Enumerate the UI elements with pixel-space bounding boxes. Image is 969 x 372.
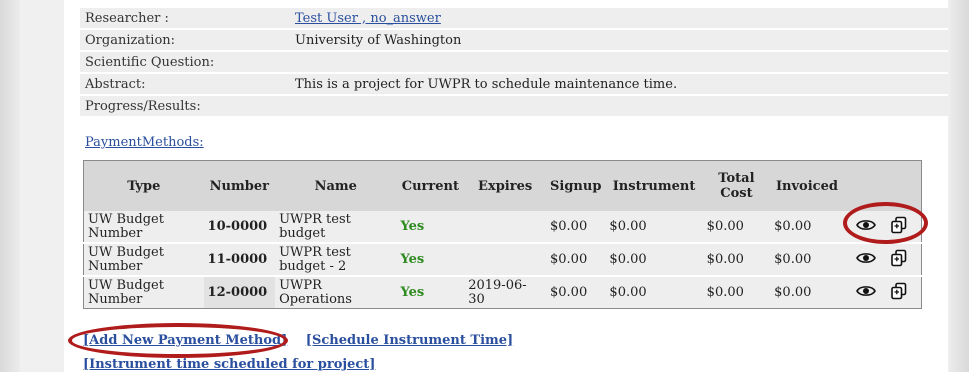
researcher-link[interactable]: Test User , no_answer — [295, 11, 441, 26]
detail-row-progress: Progress/Results: — [80, 96, 950, 116]
cell-invoiced: $0.00 — [774, 218, 812, 234]
abstract-value: This is a project for UWPR to schedule m… — [290, 74, 950, 94]
cell-type: UW Budget Number — [88, 211, 164, 241]
col-total-cost: Total Cost — [702, 160, 771, 211]
eye-icon[interactable] — [856, 251, 877, 269]
detail-row-abstract: Abstract: This is a project for UWPR to … — [80, 74, 950, 94]
highlight-ring-actions — [843, 202, 928, 244]
project-details-table: Researcher : Test User , no_answer Organ… — [80, 6, 950, 118]
cell-total-cost: $0.00 — [702, 242, 771, 276]
table-header-row: Type Number Name Current Expires Signup … — [83, 160, 922, 211]
cell-expires: 2019-06-30 — [464, 275, 546, 309]
cell-expires — [464, 242, 546, 276]
cell-instrument: $0.00 — [605, 275, 703, 309]
cell-total-cost: $0.00 — [706, 218, 744, 234]
cell-current: Yes — [396, 275, 465, 309]
cell-instrument: $0.00 — [609, 218, 647, 234]
cell-signup: $0.00 — [546, 242, 606, 276]
col-current: Current — [396, 160, 465, 211]
progress-value — [290, 96, 950, 116]
row-actions — [843, 242, 922, 276]
payment-methods-table: Type Number Name Current Expires Signup … — [83, 160, 922, 309]
col-expires: Expires — [464, 160, 546, 211]
eye-icon[interactable] — [856, 284, 877, 302]
payment-methods-label[interactable]: PaymentMethods: — [85, 135, 204, 150]
researcher-label: Researcher : — [80, 8, 290, 28]
page-left-border — [0, 0, 20, 372]
cell-total-cost: $0.00 — [702, 275, 771, 309]
cell-invoiced: $0.00 — [770, 242, 844, 276]
scientific-question-value — [290, 52, 950, 72]
table-row: UW Budget Number 12-0000 UWPR Operations… — [83, 275, 922, 309]
cell-signup: $0.00 — [550, 218, 588, 234]
cell-type: UW Budget Number — [83, 242, 204, 276]
copy-icon[interactable] — [890, 282, 908, 304]
scientific-question-label: Scientific Question: — [80, 52, 290, 72]
col-signup: Signup — [546, 160, 606, 211]
cell-number: 11-0000 — [203, 242, 276, 276]
table-row: UW Budget Number 11-0000 UWPR test budge… — [83, 242, 922, 276]
col-type: Type — [83, 160, 204, 211]
col-number: Number — [203, 160, 276, 211]
progress-label: Progress/Results: — [80, 96, 290, 116]
table-row: UW Budget Number 10-0000 UWPR test budge… — [83, 211, 922, 243]
detail-row-researcher: Researcher : Test User , no_answer — [80, 8, 950, 28]
cell-instrument: $0.00 — [605, 242, 703, 276]
page-right-border — [949, 0, 969, 372]
cell-expires — [464, 211, 546, 243]
abstract-label: Abstract: — [80, 74, 290, 94]
col-invoiced: Invoiced — [770, 160, 844, 211]
detail-row-scientific-question: Scientific Question: — [80, 52, 950, 72]
copy-icon[interactable] — [890, 249, 908, 271]
cell-number: 12-0000 — [203, 275, 276, 309]
cell-type: UW Budget Number — [83, 275, 204, 309]
cell-invoiced: $0.00 — [770, 275, 844, 309]
cell-current: Yes — [396, 242, 465, 276]
organization-value: University of Washington — [290, 30, 950, 50]
instrument-time-row: [Instrument time scheduled for project] — [83, 357, 375, 372]
cell-name: UWPR test budget — [279, 211, 351, 241]
organization-label: Organization: — [80, 30, 290, 50]
col-instrument: Instrument — [605, 160, 703, 211]
cell-number: 10-0000 — [207, 218, 268, 234]
highlight-ring-add-payment — [68, 323, 288, 358]
cell-name: UWPR Operations — [275, 275, 397, 309]
cell-name: UWPR test budget - 2 — [275, 242, 397, 276]
row-actions — [843, 275, 922, 309]
cell-current: Yes — [400, 218, 425, 234]
col-name: Name — [275, 160, 397, 211]
schedule-instrument-time-link[interactable]: [Schedule Instrument Time] — [306, 333, 513, 348]
instrument-time-scheduled-link[interactable]: [Instrument time scheduled for project] — [83, 357, 375, 372]
detail-row-organization: Organization: University of Washington — [80, 30, 950, 50]
cell-signup: $0.00 — [546, 275, 606, 309]
